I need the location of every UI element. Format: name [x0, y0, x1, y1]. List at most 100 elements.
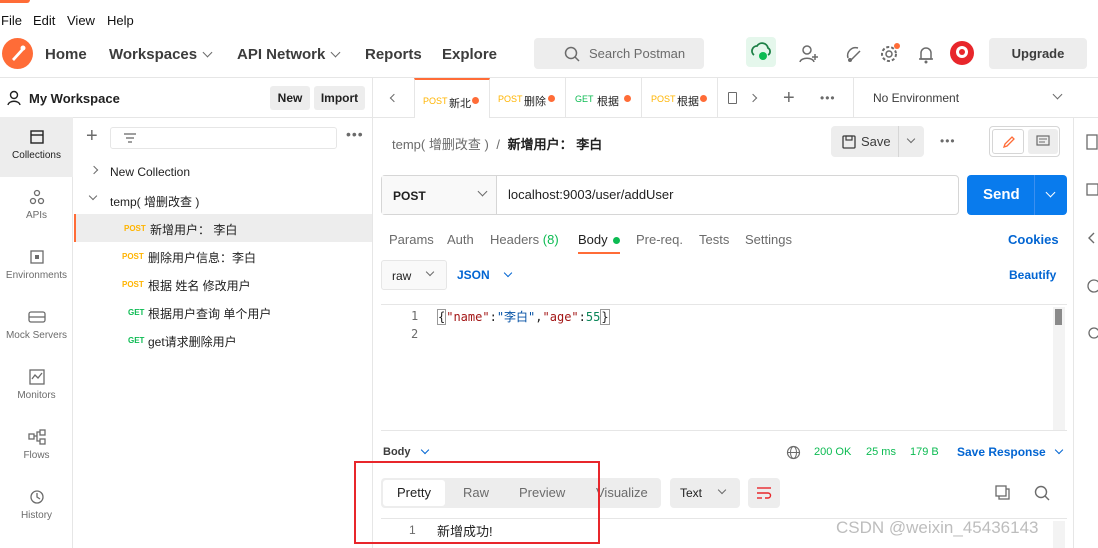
tab-prereq[interactable]: Pre-req.: [636, 232, 683, 247]
beautify-link[interactable]: Beautify: [1009, 268, 1056, 282]
nav-home[interactable]: Home: [45, 46, 87, 63]
edit-mode-button[interactable]: [992, 129, 1024, 154]
response-format-select[interactable]: Text: [670, 478, 740, 508]
menu-help[interactable]: Help: [107, 13, 134, 28]
chevron-down-icon[interactable]: [1045, 187, 1056, 198]
tabs-scroll-right[interactable]: [745, 78, 767, 118]
tab-more-icon[interactable]: •••: [820, 78, 840, 118]
request-name: 根据 姓名 修改用户: [148, 279, 251, 293]
import-button[interactable]: Import: [314, 86, 365, 110]
gear-icon[interactable]: [877, 42, 901, 66]
viewer-scrollbar[interactable]: [1053, 521, 1065, 548]
nav-explore[interactable]: Explore: [442, 46, 497, 63]
tab-name: 根据: [597, 96, 619, 108]
tab-overflow-icon[interactable]: [726, 78, 738, 118]
body-lang-select[interactable]: JSON: [457, 268, 513, 282]
breadcrumb-parent[interactable]: temp( 增删改查 ): [392, 137, 489, 152]
menu-view[interactable]: View: [67, 13, 95, 28]
tab-request-4[interactable]: POST 根据: [642, 78, 718, 118]
environment-select[interactable]: No Environment: [853, 78, 1073, 118]
editor-scrollbar[interactable]: [1053, 307, 1065, 430]
new-tab-plus-icon[interactable]: +: [783, 78, 803, 118]
code-line: {"name":"李白","age":55}: [437, 308, 610, 325]
globe-icon[interactable]: [786, 445, 801, 460]
comment-icon: [1036, 135, 1050, 146]
code-punct: ,: [535, 310, 543, 324]
tab-tests[interactable]: Tests: [699, 232, 729, 247]
new-button[interactable]: New: [270, 86, 310, 110]
view-toggle: [989, 126, 1060, 157]
nav-api-network[interactable]: API Network: [237, 46, 341, 63]
add-icon[interactable]: +: [86, 126, 98, 146]
more-options-icon[interactable]: •••: [346, 126, 364, 142]
code-icon[interactable]: [1086, 230, 1098, 249]
tab-request-3[interactable]: GET 根据: [566, 78, 642, 118]
list-item[interactable]: GET 根据用户查询 单个用户: [74, 298, 372, 326]
sidebar-item-mock-servers[interactable]: Mock Servers: [0, 297, 73, 357]
list-item[interactable]: POST 根据 姓名 修改用户: [74, 270, 372, 298]
search-response-icon[interactable]: [1034, 485, 1050, 504]
url-input[interactable]: localhost:9003/user/addUser: [508, 187, 674, 202]
sidebar-item-history[interactable]: History: [0, 477, 73, 537]
nav-workspaces[interactable]: Workspaces: [109, 46, 213, 63]
wrap-lines-button[interactable]: [748, 478, 780, 508]
tab-visualize[interactable]: Visualize: [596, 485, 648, 500]
list-item[interactable]: GET get请求删除用户: [74, 326, 372, 354]
list-item[interactable]: POST 删除用户信息：李白: [74, 242, 372, 270]
request-name: 根据用户查询 单个用户: [148, 307, 272, 321]
tab-headers[interactable]: Headers (8): [490, 232, 559, 247]
filter-input[interactable]: [110, 127, 337, 149]
tab-body[interactable]: Body: [578, 232, 620, 247]
response-status[interactable]: 200 OK: [814, 446, 851, 458]
lightbulb-icon[interactable]: [1086, 326, 1098, 345]
comment-mode-button[interactable]: [1028, 129, 1058, 154]
tab-request-2[interactable]: POST 删除: [490, 78, 566, 118]
body-mode-select[interactable]: raw: [381, 260, 447, 290]
info-icon[interactable]: [1086, 278, 1098, 297]
pencil-icon: [1002, 136, 1015, 149]
comments-icon[interactable]: [1086, 182, 1098, 201]
search-input[interactable]: Search Postman: [534, 38, 704, 69]
scrollbar-thumb[interactable]: [1055, 309, 1062, 325]
request-more-icon[interactable]: •••: [940, 134, 956, 148]
save-response-button[interactable]: Save Response: [957, 445, 1063, 459]
cookies-link[interactable]: Cookies: [1008, 232, 1059, 247]
chevron-down-icon: [717, 485, 727, 495]
docs-icon[interactable]: [1086, 134, 1098, 153]
sidebar-item-flows[interactable]: Flows: [0, 417, 73, 477]
tree-folder[interactable]: temp( 增删改查 ): [74, 186, 372, 214]
list-item[interactable]: POST 新增用户： 李白: [74, 214, 372, 242]
response-body-select[interactable]: Body: [383, 445, 429, 458]
tab-settings[interactable]: Settings: [745, 232, 792, 247]
menu-edit[interactable]: Edit: [33, 13, 55, 28]
tree-new-collection[interactable]: New Collection: [74, 158, 372, 186]
response-time[interactable]: 25 ms: [866, 446, 896, 458]
upgrade-button[interactable]: Upgrade: [989, 38, 1087, 69]
response-size[interactable]: 179 B: [910, 446, 939, 458]
sync-status-icon[interactable]: [746, 37, 776, 67]
nav-reports[interactable]: Reports: [365, 46, 422, 63]
sidebar-item-monitors[interactable]: Monitors: [0, 357, 73, 417]
menu-file[interactable]: File: [1, 13, 22, 28]
tab-auth[interactable]: Auth: [447, 232, 474, 247]
satellite-icon[interactable]: [842, 42, 866, 66]
tabs-scroll-left[interactable]: [381, 78, 407, 118]
chevron-down-icon[interactable]: [906, 134, 916, 144]
tab-request-1[interactable]: POST 新北: [414, 78, 490, 118]
tab-params[interactable]: Params: [389, 232, 434, 247]
postman-logo-icon[interactable]: [2, 38, 33, 69]
invite-user-icon[interactable]: [797, 42, 821, 66]
method-select[interactable]: POST: [382, 176, 497, 214]
avatar[interactable]: [949, 40, 975, 66]
copy-icon[interactable]: [995, 485, 1011, 504]
save-button[interactable]: Save: [831, 126, 924, 157]
sidebar-item-environments[interactable]: Environments: [0, 237, 73, 297]
send-button[interactable]: Send: [967, 175, 1067, 215]
bell-icon[interactable]: [914, 42, 938, 66]
request-body-editor[interactable]: 1 2 {"name":"李白","age":55}: [381, 304, 1067, 431]
method-value: POST: [393, 189, 426, 203]
url-bar: POST localhost:9003/user/addUser: [381, 175, 959, 215]
sidebar-item-apis[interactable]: APIs: [0, 177, 73, 237]
sidebar-item-collections[interactable]: Collections: [0, 117, 73, 177]
environment-label: No Environment: [873, 91, 960, 105]
